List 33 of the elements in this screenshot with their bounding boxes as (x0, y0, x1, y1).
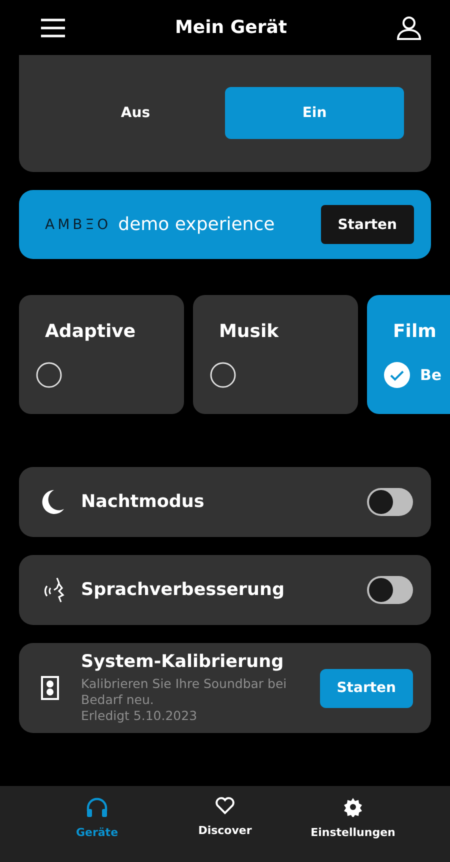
nav-tab[interactable]: Einstellungen (299, 796, 407, 862)
settings-icon (343, 797, 363, 817)
mode-detail: Be (420, 366, 442, 384)
person-icon (396, 16, 422, 40)
banner-title: demo experience (118, 214, 276, 235)
moon-icon (41, 489, 65, 515)
menu-button[interactable] (40, 18, 66, 38)
radio-icon (210, 362, 236, 388)
radio-icon (36, 362, 62, 388)
mode-card[interactable]: Musik (193, 295, 358, 414)
brand-logo: AMBΞO (45, 216, 112, 232)
setting-description: Kalibrieren Sie Ihre Soundbar bei Bedarf neu. (81, 676, 288, 708)
headphones-icon (86, 797, 108, 817)
start-button[interactable]: Starten (320, 205, 414, 244)
heart-icon (215, 797, 235, 815)
toggle-switch[interactable] (367, 576, 413, 604)
screen-title: Mein Gerät (175, 17, 287, 38)
segment-option[interactable]: Aus (46, 87, 225, 139)
profile-button[interactable] (396, 16, 422, 40)
nav-tab[interactable]: Geräte (43, 796, 151, 862)
setting-label: System-Kalibrierung (81, 652, 285, 672)
nav-tab[interactable]: Discover (171, 796, 279, 862)
mode-card[interactable]: Adaptive (19, 295, 184, 414)
speaker-icon (41, 676, 59, 700)
mode-label: Musik (218, 321, 280, 342)
menu-icon (40, 18, 66, 38)
mode-label: Adaptive (44, 321, 137, 342)
mode-label: Film (392, 321, 438, 342)
setting-label: Nachtmodus (81, 492, 206, 512)
checkmark-icon (384, 362, 410, 388)
toggle-switch[interactable] (367, 488, 413, 516)
status-text: Erledigt 5.10.2023 (81, 708, 198, 724)
setting-label: Sprachverbesserung (81, 580, 286, 600)
